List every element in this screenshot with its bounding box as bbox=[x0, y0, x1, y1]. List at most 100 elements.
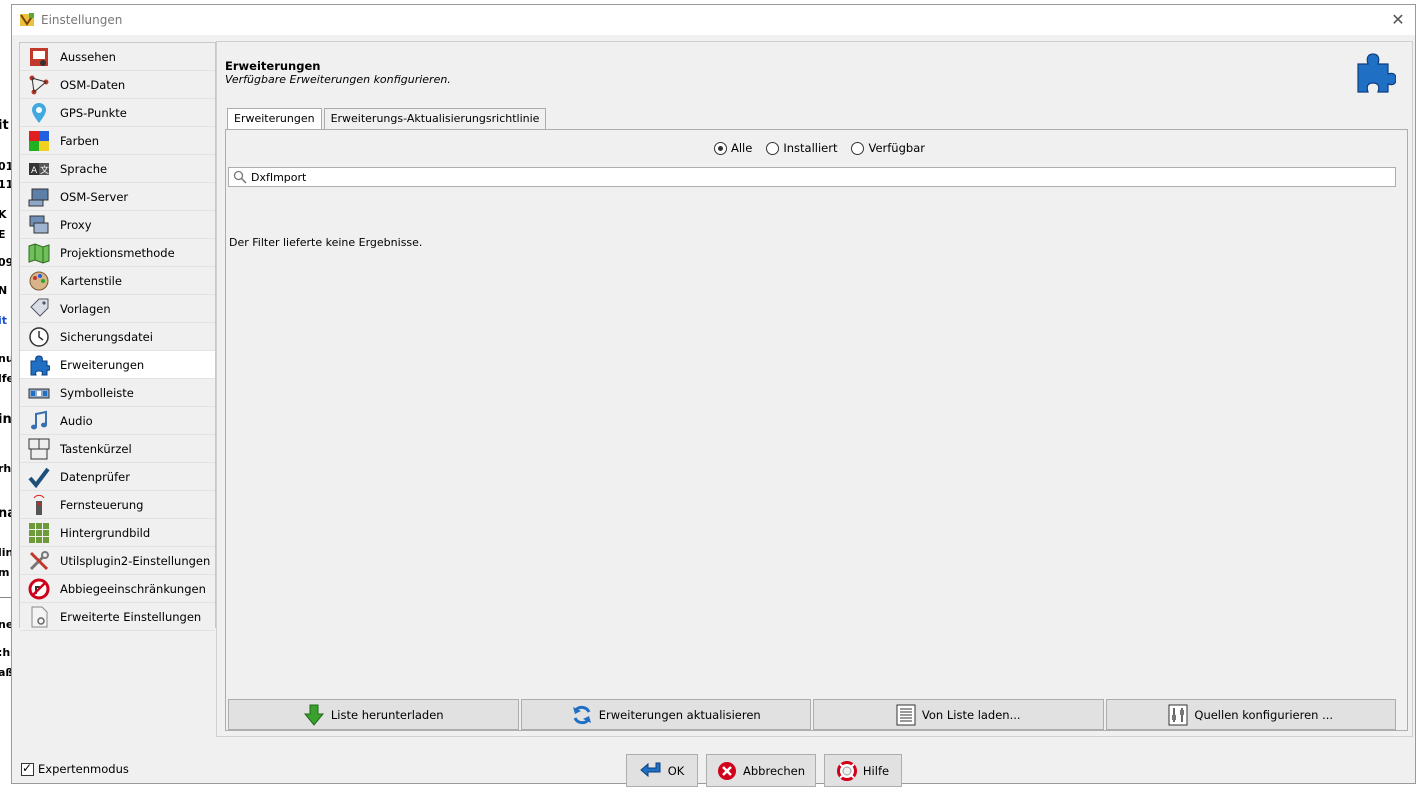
josm-app-icon bbox=[19, 12, 35, 28]
plugin-search-field[interactable]: DxfImport bbox=[228, 167, 1396, 187]
sidebar-item-label: Symbolleiste bbox=[60, 385, 134, 400]
sidebar-item-label: Sicherungsdatei bbox=[60, 329, 153, 344]
sidebar-item-language[interactable]: A 文 Sprache bbox=[20, 155, 215, 183]
sidebar-item-label: Sprache bbox=[60, 161, 108, 176]
sidebar-item-label: Utilsplugin2-Einstellungen bbox=[60, 553, 211, 568]
audio-icon bbox=[28, 410, 50, 432]
close-icon[interactable]: ✕ bbox=[1389, 11, 1407, 29]
sidebar-item-label: OSM-Server bbox=[60, 189, 129, 204]
load-from-list-label: Von Liste laden... bbox=[921, 707, 1021, 722]
sidebar-item-remote-control[interactable]: Fernsteuerung bbox=[20, 491, 215, 519]
proxy-icon bbox=[28, 214, 50, 236]
validator-icon bbox=[28, 466, 50, 488]
turn-restriction-icon bbox=[28, 578, 50, 600]
sidebar-item-label: Abbiegeeinschränkungen bbox=[60, 581, 206, 596]
sidebar-item-toolbar[interactable]: Symbolleiste bbox=[20, 379, 215, 407]
sidebar-item-label: Hintergrundbild bbox=[60, 525, 151, 540]
sidebar-item-label: Kartenstile bbox=[60, 273, 122, 288]
help-button[interactable]: Hilfe bbox=[824, 754, 902, 787]
sidebar-item-label: Aussehen bbox=[60, 49, 116, 64]
sidebar-item-label: Proxy bbox=[60, 217, 92, 232]
sidebar-item-label: Farben bbox=[60, 133, 99, 148]
sidebar-item-backup[interactable]: Sicherungsdatei bbox=[20, 323, 215, 351]
remote-control-icon bbox=[28, 494, 50, 516]
radio-installed[interactable]: Installiert bbox=[766, 141, 837, 155]
sidebar-item-label: OSM-Daten bbox=[60, 77, 126, 92]
sidebar-item-imagery[interactable]: Hintergrundbild bbox=[20, 519, 215, 547]
tab-plugins[interactable]: Erweiterungen bbox=[227, 108, 322, 131]
cancel-button[interactable]: Abbrechen bbox=[706, 754, 816, 787]
sliders-icon bbox=[1168, 704, 1188, 725]
update-plugins-button[interactable]: Erweiterungen aktualisieren bbox=[520, 699, 811, 730]
map-style-icon bbox=[28, 270, 50, 292]
sidebar-item-label: Erweiterungen bbox=[60, 357, 145, 372]
sidebar-item-turn-restriction[interactable]: Abbiegeeinschränkungen bbox=[20, 575, 215, 603]
configure-sources-button[interactable]: Quellen konfigurieren ... bbox=[1105, 699, 1396, 730]
puzzle-piece-icon bbox=[1352, 50, 1397, 94]
sidebar-item-label: Vorlagen bbox=[60, 301, 111, 316]
sidebar-item-plugin[interactable]: Erweiterungen bbox=[20, 351, 215, 379]
sidebar-item-colors[interactable]: Farben bbox=[20, 127, 215, 155]
main-panel: Erweiterungen Verfügbare Erweiterungen k… bbox=[216, 41, 1413, 737]
radio-available[interactable]: Verfügbar bbox=[851, 141, 925, 155]
sidebar-item-label: Audio bbox=[60, 413, 93, 428]
radio-available-label: Verfügbar bbox=[868, 141, 925, 155]
sidebar-item-label: Datenprüfer bbox=[60, 469, 130, 484]
expert-mode-label: Expertenmodus bbox=[38, 762, 129, 776]
advanced-icon bbox=[28, 606, 50, 628]
tab-update-policy[interactable]: Erweiterungs-Aktualisierungsrichtlinie bbox=[323, 108, 547, 130]
sidebar-item-label: Erweiterte Einstellungen bbox=[60, 609, 202, 624]
projection-icon bbox=[28, 242, 50, 264]
update-plugins-label: Erweiterungen aktualisieren bbox=[598, 707, 761, 722]
radio-all[interactable]: Alle bbox=[714, 141, 752, 155]
dialog-buttons: OK Abbrechen Hilfe bbox=[626, 754, 902, 787]
download-arrow-icon bbox=[303, 704, 324, 726]
empty-result-message: Der Filter lieferte keine Ergebnisse. bbox=[229, 236, 423, 249]
sidebar-item-proxy[interactable]: Proxy bbox=[20, 211, 215, 239]
download-list-label: Liste herunterladen bbox=[330, 707, 444, 722]
sidebar-item-label: Fernsteuerung bbox=[60, 497, 144, 512]
svg-text:A: A bbox=[31, 166, 38, 176]
configure-sources-label: Quellen konfigurieren ... bbox=[1194, 707, 1334, 722]
osm-data-icon bbox=[28, 74, 50, 96]
shortcut-icon bbox=[28, 438, 50, 460]
sidebar-item-map-style[interactable]: Kartenstile bbox=[20, 267, 215, 295]
sidebar-item-audio[interactable]: Audio bbox=[20, 407, 215, 435]
sidebar-item-osm-data[interactable]: OSM-Daten bbox=[20, 71, 215, 99]
search-input-value[interactable]: DxfImport bbox=[251, 171, 306, 184]
ok-button[interactable]: OK bbox=[626, 754, 698, 787]
radio-button[interactable] bbox=[851, 141, 865, 155]
sidebar-item-gps-point[interactable]: GPS-Punkte bbox=[20, 99, 215, 127]
sidebar-item-tools[interactable]: Utilsplugin2-Einstellungen bbox=[20, 547, 215, 575]
expert-mode-toggle[interactable]: Expertenmodus bbox=[21, 761, 129, 776]
backup-icon bbox=[28, 326, 50, 348]
sidebar-item-projection[interactable]: Projektionsmethode bbox=[20, 239, 215, 267]
plugin-icon bbox=[28, 354, 51, 376]
radio-button[interactable] bbox=[766, 141, 780, 155]
sidebar-item-shortcut[interactable]: Tastenkürzel bbox=[20, 435, 215, 463]
sidebar-item-appearance[interactable]: Aussehen bbox=[20, 43, 215, 71]
page-title: Erweiterungen bbox=[225, 59, 321, 73]
window-title: Einstellungen bbox=[41, 13, 123, 27]
sidebar-item-advanced[interactable]: Erweiterte Einstellungen bbox=[20, 603, 215, 631]
ok-label: OK bbox=[667, 763, 685, 778]
sidebar-item-server[interactable]: OSM-Server bbox=[20, 183, 215, 211]
radio-button-selected[interactable] bbox=[714, 141, 727, 155]
sidebar-item-label: Tastenkürzel bbox=[60, 441, 132, 456]
load-from-list-button[interactable]: Von Liste laden... bbox=[813, 699, 1104, 730]
colors-icon bbox=[28, 130, 50, 152]
plugins-tab-panel: Alle Installiert Verfügbar DxfImport Der… bbox=[225, 129, 1408, 731]
download-list-button[interactable]: Liste herunterladen bbox=[228, 699, 519, 730]
preferences-sidebar: Aussehen OSM-Daten GPS-Punkte Farben A 文 Sprac… bbox=[19, 42, 216, 631]
cancel-icon bbox=[718, 761, 736, 780]
tools-icon bbox=[28, 550, 50, 572]
list-document-icon bbox=[896, 704, 916, 725]
expert-mode-checkbox[interactable] bbox=[21, 761, 34, 776]
imagery-icon bbox=[28, 522, 50, 544]
sidebar-item-validator[interactable]: Datenprüfer bbox=[20, 463, 215, 491]
sidebar-item-presets[interactable]: Vorlagen bbox=[20, 295, 215, 323]
help-label: Hilfe bbox=[862, 763, 890, 778]
radio-all-label: Alle bbox=[731, 141, 753, 155]
cancel-label: Abbrechen bbox=[743, 763, 805, 778]
toolbar-icon bbox=[28, 382, 50, 404]
